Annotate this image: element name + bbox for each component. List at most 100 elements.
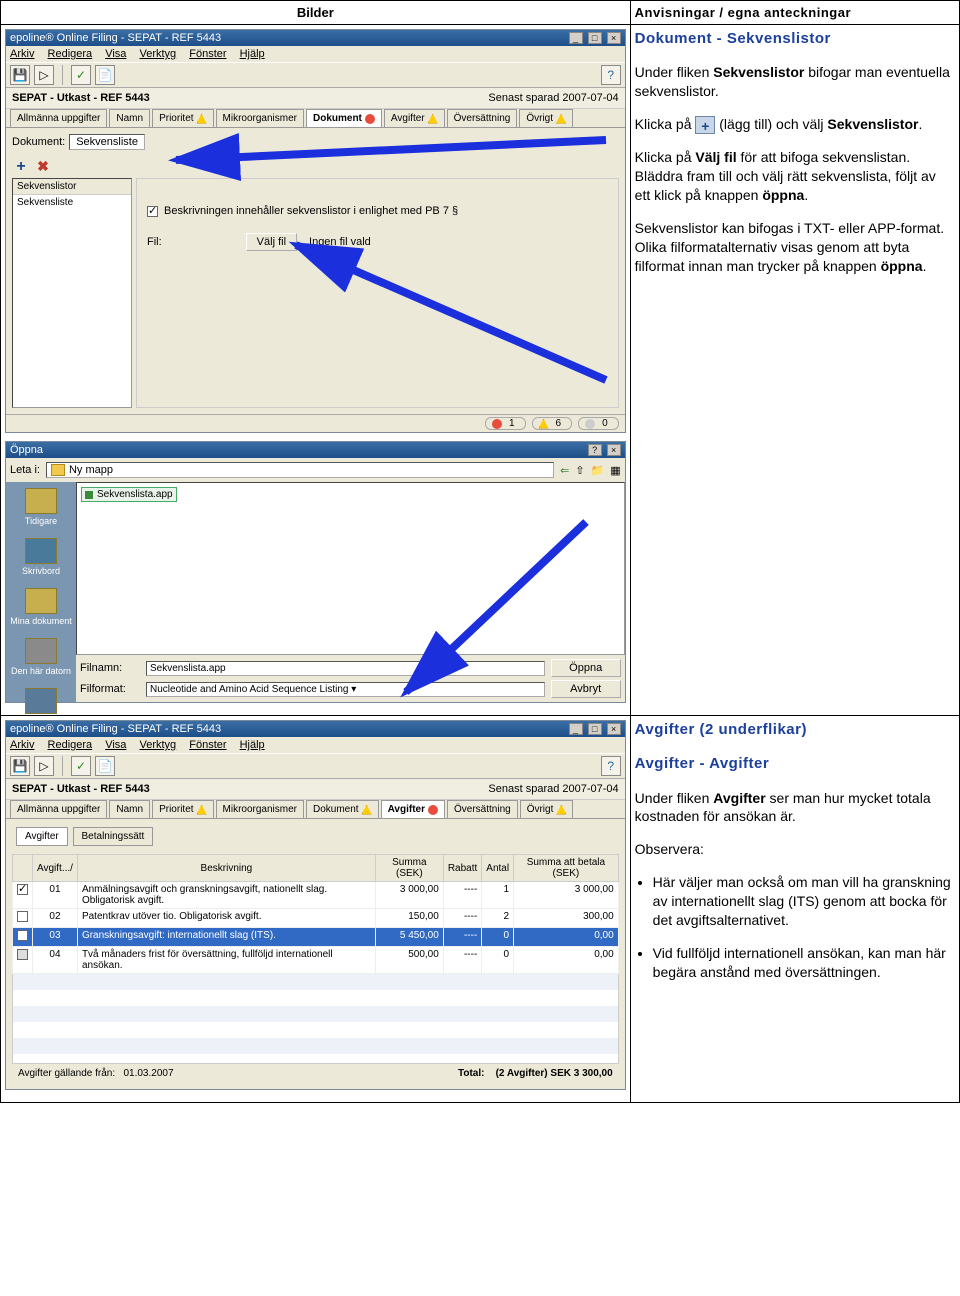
tab-allmänna-uppgifter[interactable]: Allmänna uppgifter [10,109,107,127]
col-header[interactable]: Antal [482,855,514,882]
tab-dokument[interactable]: Dokument [306,109,382,127]
menu-redigera[interactable]: Redigera [48,739,93,751]
cancel-button[interactable]: Avbryt [551,680,621,698]
tab-namn[interactable]: Namn [109,800,150,818]
tab-övrigt[interactable]: Övrigt [519,109,573,127]
window-avgifter: epoline® Online Filing - SEPAT - REF 544… [5,720,626,1090]
col-header[interactable]: Rabatt [443,855,481,882]
menu-hjalp[interactable]: Hjälp [240,739,265,751]
open-button[interactable]: Öppna [551,659,621,677]
col-header[interactable] [13,855,33,882]
menu-arkiv[interactable]: Arkiv [10,739,34,751]
tab-avgifter[interactable]: Avgifter [381,800,445,818]
menu-verktyg[interactable]: Verktyg [139,48,176,60]
row-checkbox[interactable] [17,884,28,895]
fee-row[interactable]: 02Patentkrav utöver tio. Obligatorisk av… [13,909,619,928]
new-folder-icon[interactable]: 📁 [591,464,605,477]
menubar-2[interactable]: Arkiv Redigera Visa Verktyg Fönster Hjäl… [6,737,625,753]
col-header[interactable]: Avgift.../ [33,855,78,882]
folder-select[interactable]: Ny mapp [46,462,554,478]
menubar[interactable]: Arkiv Redigera Visa Verktyg Fönster Hjäl… [6,46,625,62]
menu-visa[interactable]: Visa [105,48,126,60]
menu-hjalp[interactable]: Hjälp [240,48,265,60]
cell-sum: 5 450,00 [375,928,443,947]
doc-icon[interactable]: 📄 [95,756,115,776]
folder-name: Ny mapp [69,464,113,476]
tab-dokument[interactable]: Dokument [306,800,379,818]
filnamn-input[interactable] [146,661,545,676]
tab-översättning[interactable]: Översättning [447,109,518,127]
valj-fil-button[interactable]: Välj fil [246,233,297,251]
header-right: Anvisningar / egna anteckningar [630,1,959,25]
views-icon[interactable]: ▦ [610,464,620,477]
titlebar: epoline® Online Filing - SEPAT - REF 544… [6,30,625,46]
tab-allmänna-uppgifter[interactable]: Allmänna uppgifter [10,800,107,818]
dokument-value[interactable]: Sekvensliste [69,134,145,150]
up-icon[interactable]: ⇧ [575,464,584,477]
pb7-checkbox[interactable] [147,206,158,217]
footer-right-label: Total: [458,1068,484,1079]
menu-visa[interactable]: Visa [105,739,126,751]
help-icon[interactable]: ? [588,444,602,456]
maximize-icon[interactable]: □ [588,32,602,44]
tab-prioritet[interactable]: Prioritet [152,109,213,127]
tab-warn-icon [556,114,566,124]
tab-översättning[interactable]: Översättning [447,800,518,818]
check-icon[interactable]: ✓ [71,756,91,776]
col-header[interactable]: Beskrivning [77,855,375,882]
tab-mikroorganismer[interactable]: Mikroorganismer [216,109,304,127]
tab-namn[interactable]: Namn [109,109,150,127]
help-icon[interactable]: ? [601,756,621,776]
menu-fonster[interactable]: Fönster [189,48,226,60]
close-icon[interactable]: × [607,723,621,735]
tab-avgifter[interactable]: Avgifter [384,109,445,127]
menu-redigera[interactable]: Redigera [48,48,93,60]
sidebar-skrivbord[interactable]: Skrivbord [6,532,76,582]
maximize-icon[interactable]: □ [588,723,602,735]
remove-icon[interactable]: ✖ [34,158,52,176]
close-icon[interactable]: × [607,444,621,456]
section-title-2b: Avgifter - Avgifter [635,755,770,772]
minimize-icon[interactable]: _ [569,32,583,44]
menu-arkiv[interactable]: Arkiv [10,48,34,60]
fee-row[interactable]: 03Granskningsavgift: internationellt sla… [13,928,619,947]
row-checkbox[interactable] [17,949,28,960]
check-icon[interactable]: ✓ [71,65,91,85]
help-icon[interactable]: ? [601,65,621,85]
row-checkbox[interactable] [17,911,28,922]
col-header[interactable]: Summa (SEK) [375,855,443,882]
cell-total: 3 000,00 [514,882,619,909]
print-icon[interactable]: ▷ [34,756,54,776]
save-icon[interactable]: 💾 [10,65,30,85]
subtab-avgifter[interactable]: Avgifter [16,827,68,846]
sidebar-den-har-datorn[interactable]: Den här datorn [6,632,76,682]
add-icon[interactable]: + [12,158,30,176]
fee-row[interactable]: 04Två månaders frist för översättning, f… [13,947,619,974]
filformat-select[interactable]: Nucleotide and Amino Acid Sequence Listi… [146,682,545,697]
col-header[interactable]: Summa att betala (SEK) [514,855,619,882]
menu-fonster[interactable]: Fönster [189,739,226,751]
list-item[interactable]: Sekvensliste [13,195,131,210]
cell-sum: 150,00 [375,909,443,928]
minimize-icon[interactable]: _ [569,723,583,735]
file-item[interactable]: Sekvenslista.app [81,487,177,502]
tab-övrigt[interactable]: Övrigt [520,800,574,818]
footer-right-value: (2 Avgifter) SEK 3 300,00 [496,1068,613,1079]
error-icon [492,419,502,429]
sekvens-list[interactable]: Sekvenslistor Sekvensliste [12,178,132,408]
row-checkbox[interactable] [17,930,28,941]
print-icon[interactable]: ▷ [34,65,54,85]
tab-prioritet[interactable]: Prioritet [152,800,213,818]
subtab-betalningssatt[interactable]: Betalningssätt [73,827,154,846]
sidebar-mina-dokument[interactable]: Mina dokument [6,582,76,632]
file-area[interactable]: Sekvenslista.app [76,482,625,655]
fee-row[interactable]: 01Anmälningsavgift och granskningsavgift… [13,882,619,909]
tab-mikroorganismer[interactable]: Mikroorganismer [216,800,304,818]
back-icon[interactable]: ⇐ [560,464,569,477]
bullet-2: Vid fullföljd internationell ansökan, ka… [653,944,955,982]
sidebar-tidigare[interactable]: Tidigare [6,482,76,532]
menu-verktyg[interactable]: Verktyg [139,739,176,751]
close-icon[interactable]: × [607,32,621,44]
doc-icon[interactable]: 📄 [95,65,115,85]
save-icon[interactable]: 💾 [10,756,30,776]
